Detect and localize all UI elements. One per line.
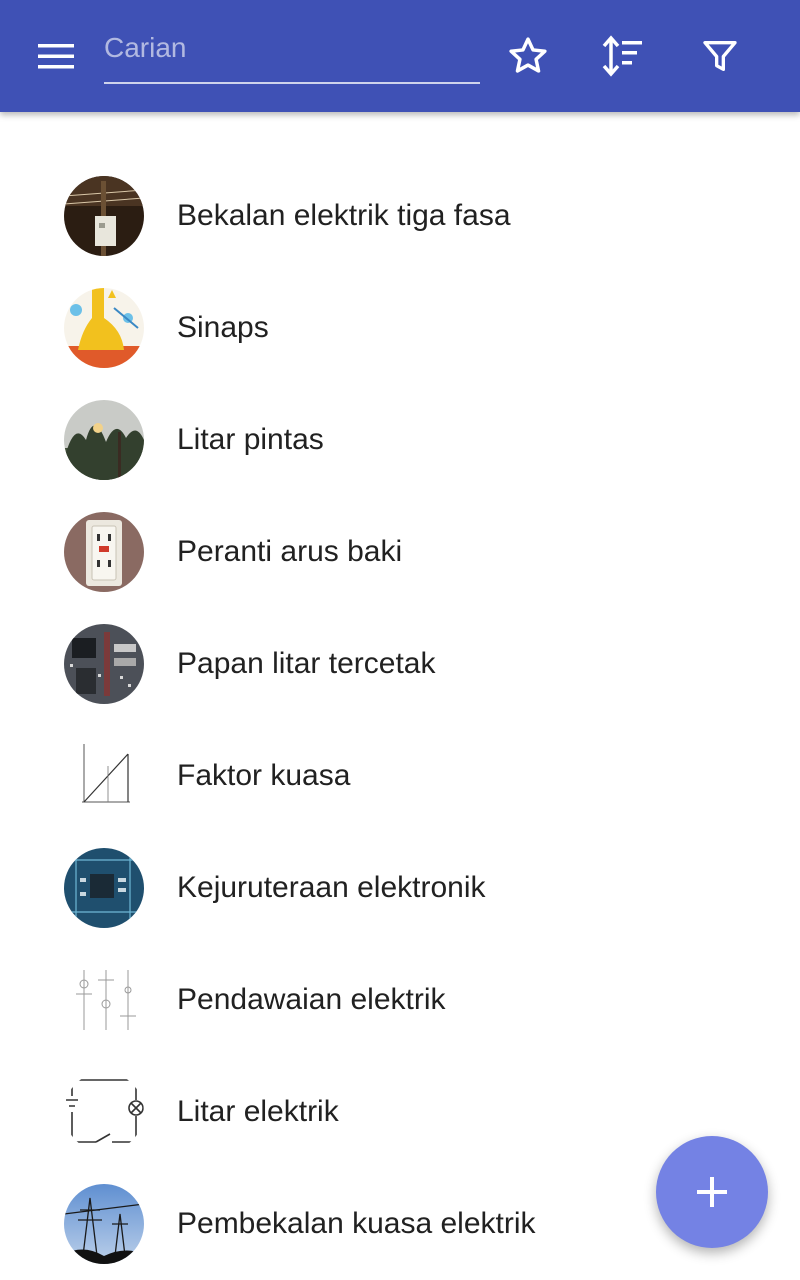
- gfci-outlet-photo: [64, 512, 144, 592]
- list-item[interactable]: Kejuruteraan elektronik: [0, 832, 800, 944]
- item-title: Kejuruteraan elektronik: [177, 871, 486, 904]
- sort-icon: [602, 35, 642, 77]
- list-item[interactable]: Sinaps: [0, 272, 800, 384]
- item-title: Sinaps: [177, 311, 269, 344]
- power-triangle-diagram: [64, 736, 144, 816]
- list-item[interactable]: Peranti arus baki: [0, 496, 800, 608]
- list-item[interactable]: Bekalan elektrik tiga fasa: [0, 160, 800, 272]
- filter-icon: [703, 41, 737, 72]
- item-title: Litar elektrik: [177, 1095, 339, 1128]
- item-title: Bekalan elektrik tiga fasa: [177, 199, 511, 232]
- item-title: Litar pintas: [177, 423, 324, 456]
- synapse-diagram: [64, 288, 144, 368]
- add-button[interactable]: [656, 1136, 768, 1248]
- list-item[interactable]: Litar pintas: [0, 384, 800, 496]
- sort-button[interactable]: [591, 24, 655, 88]
- wiring-symbols-diagram: [64, 960, 144, 1040]
- article-list: Bekalan elektrik tiga fasa Sinaps Litar …: [0, 160, 800, 1280]
- item-title: Papan litar tercetak: [177, 647, 436, 680]
- hamburger-menu-icon: [38, 44, 74, 69]
- top-app-bar: [0, 0, 800, 112]
- list-item[interactable]: Papan litar tercetak: [0, 608, 800, 720]
- simple-circuit-diagram: [64, 1072, 144, 1152]
- star-outline-icon: [509, 37, 547, 73]
- item-title: Pembekalan kuasa elektrik: [177, 1207, 536, 1240]
- pcb-photo: [64, 624, 144, 704]
- transmission-tower-photo: [64, 1184, 144, 1264]
- plus-icon: [697, 1177, 727, 1207]
- list-item[interactable]: Faktor kuasa: [0, 720, 800, 832]
- short-circuit-spark-photo: [64, 400, 144, 480]
- circuit-board-photo: [64, 848, 144, 928]
- filter-button[interactable]: [688, 24, 752, 88]
- utility-pole-photo: [64, 176, 144, 256]
- item-title: Pendawaian elektrik: [177, 983, 446, 1016]
- search-field[interactable]: [104, 24, 480, 84]
- favorites-button[interactable]: [496, 24, 560, 88]
- search-input[interactable]: [104, 28, 474, 68]
- item-title: Peranti arus baki: [177, 535, 403, 568]
- app-screen: Bekalan elektrik tiga fasa Sinaps: [0, 0, 800, 1280]
- list-item[interactable]: Pendawaian elektrik: [0, 944, 800, 1056]
- menu-button[interactable]: [24, 24, 88, 88]
- item-title: Faktor kuasa: [177, 759, 351, 792]
